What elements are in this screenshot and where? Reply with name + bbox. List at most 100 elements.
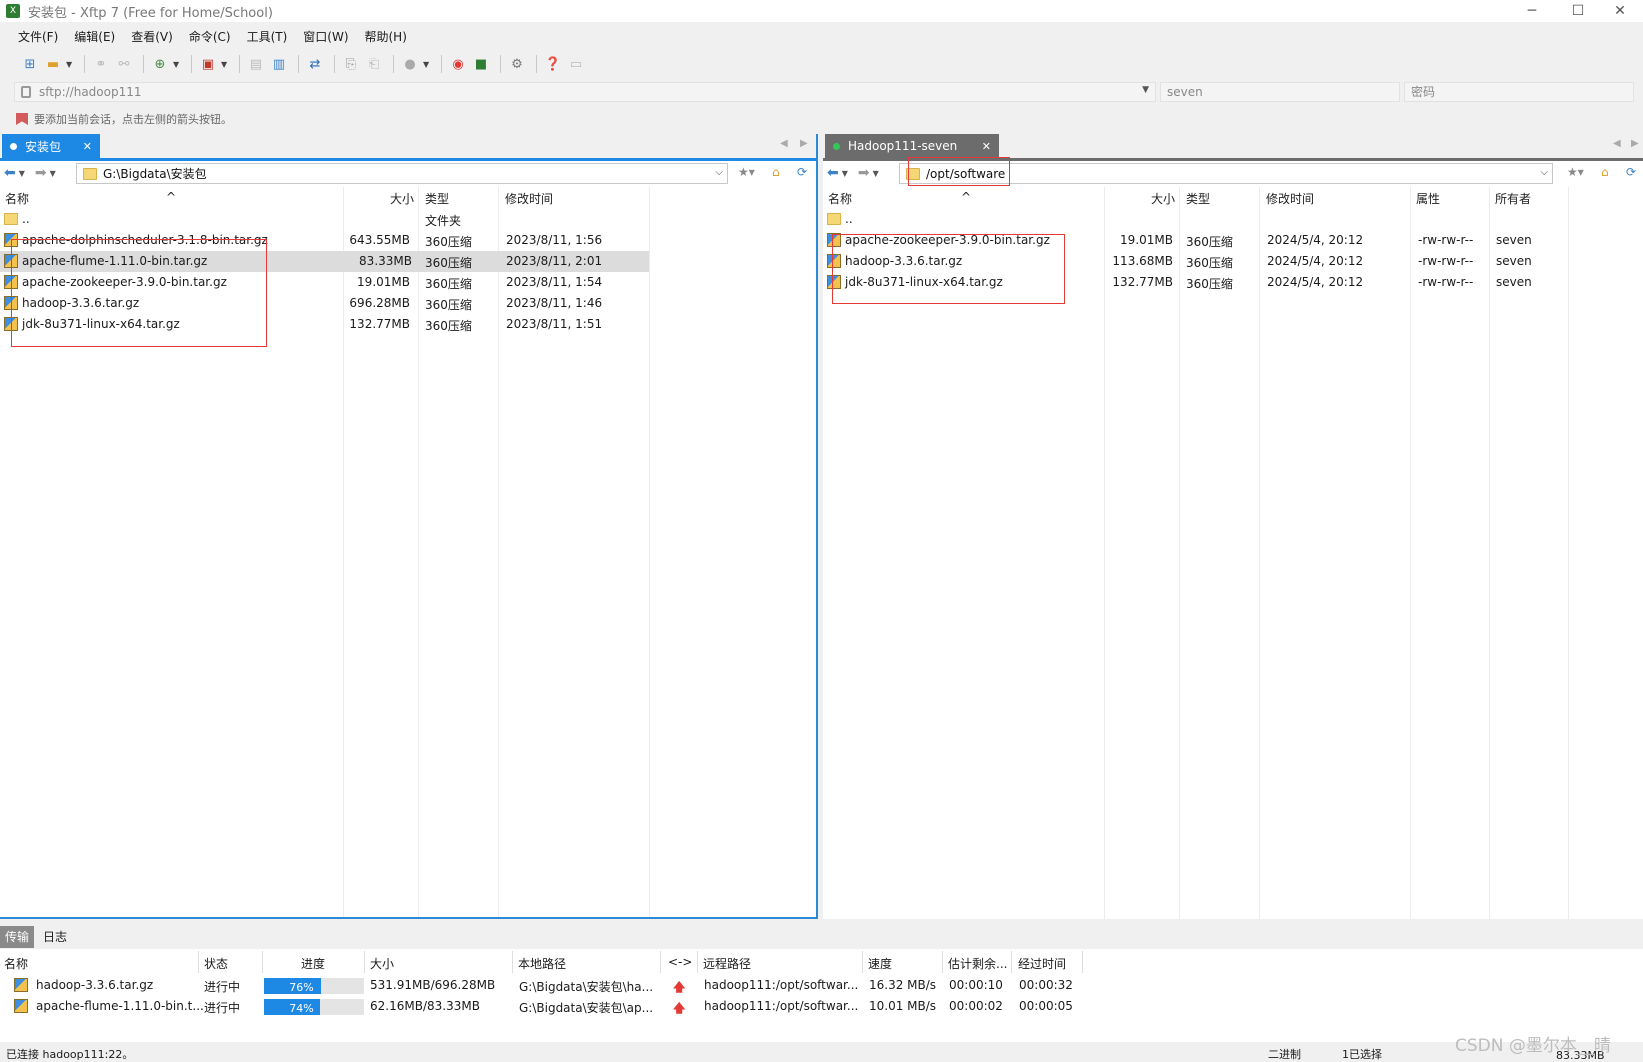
chevron-left-icon[interactable]: ◀ (780, 138, 788, 149)
chevron-down-icon[interactable]: ▼ (66, 60, 74, 69)
column-name[interactable]: 名称 (4, 955, 28, 972)
home-folder-icon[interactable]: ⌂ (772, 165, 780, 179)
menu-tools[interactable]: 工具(T) (247, 28, 288, 45)
connect-icon[interactable]: ⚭ (91, 54, 111, 74)
transfer-row[interactable]: hadoop-3.3.6.tar.gz 进行中 76% 531.91MB/696… (0, 975, 1090, 996)
refresh-icon[interactable]: ⟳ (797, 165, 807, 179)
list-item-selected[interactable]: apache-flume-1.11.0-bin.tar.gz 83.33MB 3… (0, 251, 649, 272)
open-folder-icon[interactable]: ▬ (43, 54, 63, 74)
download-icon[interactable]: ▤ (246, 54, 266, 74)
minimize-button[interactable]: ─ (1509, 0, 1555, 22)
list-item[interactable]: apache-dolphinscheduler-3.1.8-bin.tar.gz… (0, 230, 816, 251)
gear-icon[interactable]: ⚙ (507, 54, 527, 74)
disconnect-icon[interactable]: ⚯ (114, 54, 134, 74)
column-progress[interactable]: 进度 (301, 955, 325, 972)
status-circle-icon[interactable]: ● (400, 54, 420, 74)
column-direction[interactable]: <-> (668, 955, 692, 969)
column-owner[interactable]: 所有者 (1495, 190, 1531, 207)
xshell-icon[interactable]: ◉ (448, 54, 468, 74)
chevron-down-icon[interactable]: ▼ (173, 60, 181, 69)
column-eta[interactable]: 估计剩余... (948, 955, 1007, 972)
list-item[interactable]: apache-zookeeper-3.9.0-bin.tar.gz 19.01M… (0, 272, 816, 293)
column-mtime[interactable]: 修改时间 (505, 190, 553, 207)
upload-icon[interactable]: ▥ (269, 54, 289, 74)
column-type[interactable]: 类型 (425, 190, 449, 207)
column-remote-path[interactable]: 远程路径 (703, 955, 751, 972)
terminal-icon[interactable]: ▣ (198, 54, 218, 74)
maximize-button[interactable]: ☐ (1555, 0, 1601, 22)
chevron-left-icon[interactable]: ◀ (1613, 138, 1621, 149)
list-item[interactable]: jdk-8u371-linux-x64.tar.gz 132.77MB 360压… (823, 272, 1643, 293)
tab-transfer[interactable]: 传输 (0, 926, 35, 948)
chevron-down-icon[interactable]: ▼ (19, 169, 25, 178)
column-type[interactable]: 类型 (1186, 190, 1210, 207)
help-icon[interactable]: ❓ (543, 54, 563, 74)
column-size[interactable]: 大小 (1151, 190, 1175, 207)
close-button[interactable]: ✕ (1597, 0, 1643, 22)
toolbar-divider (393, 55, 394, 73)
column-status[interactable]: 状态 (204, 955, 228, 972)
session-address-input[interactable]: sftp://hadoop111 ▼ (14, 82, 1156, 102)
column-attr[interactable]: 属性 (1416, 190, 1440, 207)
forward-arrow-icon[interactable]: ➡ (35, 165, 47, 181)
forward-arrow-icon[interactable]: ➡ (858, 165, 870, 181)
transfer-row[interactable]: apache-flume-1.11.0-bin.t... 进行中 74% 62.… (0, 996, 1090, 1017)
chevron-down-icon[interactable]: ⌵ (1540, 167, 1548, 178)
menu-help[interactable]: 帮助(H) (365, 28, 407, 45)
paste-icon[interactable]: ⎗ (364, 54, 384, 74)
menu-command[interactable]: 命令(C) (189, 28, 231, 45)
chevron-down-icon[interactable]: ▼ (221, 60, 229, 69)
back-arrow-icon[interactable]: ⬅ (827, 165, 839, 181)
chevron-down-icon[interactable]: ▼ (873, 169, 879, 178)
tab-remote[interactable]: Hadoop111-seven ✕ (825, 134, 999, 158)
refresh-icon[interactable]: ⟳ (1626, 165, 1636, 179)
chevron-down-icon[interactable]: ⌵ (715, 167, 723, 178)
menu-edit[interactable]: 编辑(E) (74, 28, 115, 45)
back-arrow-icon[interactable]: ⬅ (4, 165, 16, 181)
username-field[interactable]: seven (1160, 82, 1400, 102)
file-mtime: 2023/8/11, 1:54 (506, 275, 603, 289)
copy-icon[interactable]: ⎘ (341, 54, 361, 74)
chevron-right-icon[interactable]: ▶ (800, 138, 808, 149)
tab-log[interactable]: 日志 (38, 926, 72, 948)
list-item-parent[interactable]: .. (823, 209, 1643, 230)
password-field[interactable]: 密码 (1404, 82, 1634, 102)
new-tab-icon[interactable]: ⊕ (150, 54, 170, 74)
list-item[interactable]: hadoop-3.3.6.tar.gz 113.68MB 360压缩 2024/… (823, 251, 1643, 272)
menu-window[interactable]: 窗口(W) (303, 28, 348, 45)
column-local-path[interactable]: 本地路径 (518, 955, 566, 972)
local-path-input[interactable]: G:\Bigdata\安装包 ⌵ (76, 163, 728, 184)
star-icon[interactable]: ★▾ (738, 165, 755, 179)
xftp-icon[interactable]: ■ (471, 54, 491, 74)
transfer-eta: 00:00:10 (949, 978, 1003, 992)
sync-icon[interactable]: ⇄ (305, 54, 325, 74)
tab-local[interactable]: 安装包 ✕ (2, 134, 100, 158)
bookmark-icon[interactable] (16, 113, 28, 125)
list-item[interactable]: hadoop-3.3.6.tar.gz 696.28MB 360压缩 2023/… (0, 293, 816, 314)
close-icon[interactable]: ✕ (982, 140, 991, 153)
chevron-down-icon[interactable]: ▼ (50, 169, 56, 178)
list-item[interactable]: jdk-8u371-linux-x64.tar.gz 132.77MB 360压… (0, 314, 816, 335)
column-size[interactable]: 大小 (370, 955, 394, 972)
comment-icon[interactable]: ▭ (566, 54, 586, 74)
menu-view[interactable]: 查看(V) (131, 28, 173, 45)
file-type: 360压缩 (425, 277, 472, 291)
column-elapsed[interactable]: 经过时间 (1018, 955, 1066, 972)
close-icon[interactable]: ✕ (83, 140, 92, 153)
home-folder-icon[interactable]: ⌂ (1601, 165, 1609, 179)
column-size[interactable]: 大小 (390, 190, 414, 207)
list-item[interactable]: apache-zookeeper-3.9.0-bin.tar.gz 19.01M… (823, 230, 1643, 251)
list-item-parent[interactable]: .. 文件夹 (0, 209, 816, 230)
column-name[interactable]: 名称 (5, 190, 29, 207)
chevron-down-icon[interactable]: ▼ (423, 60, 431, 69)
chevron-down-icon[interactable]: ▼ (842, 169, 848, 178)
column-mtime[interactable]: 修改时间 (1266, 190, 1314, 207)
star-icon[interactable]: ★▾ (1567, 165, 1584, 179)
new-session-icon[interactable]: ⊞ (20, 54, 40, 74)
remote-path-input[interactable]: /opt/software ⌵ (899, 163, 1553, 184)
column-name[interactable]: 名称 (828, 190, 852, 207)
menu-file[interactable]: 文件(F) (18, 28, 58, 45)
chevron-right-icon[interactable]: ▶ (1631, 138, 1639, 149)
chevron-down-icon[interactable]: ▼ (1142, 85, 1149, 95)
column-speed[interactable]: 速度 (868, 955, 892, 972)
